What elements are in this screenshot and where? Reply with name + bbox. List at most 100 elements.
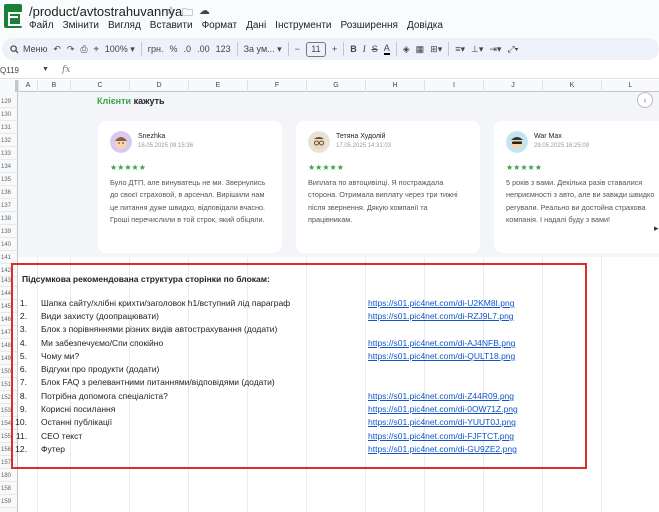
column-header[interactable]: C — [70, 80, 129, 92]
review-card: War Max 29.05.2025 16:25:09 ★★★★★ 5 рокі… — [494, 121, 659, 253]
list-link[interactable]: https://s01.pic4net.com/di-0OW71Z.png — [368, 403, 518, 416]
merge-cells-icon[interactable]: ⊞▾ — [427, 40, 445, 58]
list-number: 5. — [19, 351, 27, 361]
menu-bar: Файл Змінити Вигляд Вставити Формат Дані… — [29, 20, 443, 31]
menu-file[interactable]: Файл — [29, 20, 54, 31]
font-size-input[interactable]: 11 — [305, 41, 326, 57]
column-header[interactable]: A — [18, 80, 37, 92]
row-header[interactable]: 131 — [0, 122, 17, 134]
list-link[interactable]: https://s01.pic4net.com/di-QULT18.png — [368, 350, 515, 363]
list-item: 5. Чому ми? https://s01.pic4net.com/di-Q… — [0, 350, 641, 363]
row-header[interactable]: 136 — [0, 187, 17, 199]
row-header[interactable]: 159 — [0, 496, 17, 508]
borders-icon[interactable]: ▦ — [413, 40, 428, 58]
horizontal-align-icon[interactable]: ≡▾ — [452, 40, 468, 58]
menu-tools[interactable]: Інструменти — [275, 20, 331, 31]
row-header[interactable]: 139 — [0, 226, 17, 238]
decrease-decimal-button[interactable]: .0 — [181, 40, 195, 58]
undo-icon[interactable]: ↶ — [50, 40, 64, 58]
reviews-title: Клієнти кажуть — [97, 96, 165, 106]
list-number: 1. — [19, 298, 27, 308]
font-size-increase-button[interactable]: + — [329, 40, 340, 58]
list-item: 6. Відгуки про продукти (додати) — [0, 363, 641, 376]
block-heading: Підсумкова рекомендована структура сторі… — [22, 274, 270, 284]
list-label: Останні публікації — [41, 417, 113, 427]
text-color-button[interactable]: A — [383, 43, 390, 55]
document-title[interactable]: /product/avtostrahuvannya — [29, 4, 182, 19]
list-number: 12. — [15, 444, 27, 454]
menu-data[interactable]: Дані — [246, 20, 266, 31]
row-header[interactable]: 134 — [0, 161, 17, 173]
sheets-logo-icon[interactable] — [4, 4, 22, 28]
row-header[interactable]: 138 — [0, 213, 17, 225]
currency-format-button[interactable]: грн. — [145, 40, 167, 58]
column-header[interactable]: E — [188, 80, 247, 92]
vertical-align-icon[interactable]: ⊥▾ — [468, 40, 486, 58]
list-label: Потрібна допомога спеціаліста? — [41, 391, 168, 401]
font-select[interactable]: За ум... ▾ — [241, 40, 285, 58]
column-header[interactable]: G — [306, 80, 365, 92]
row-header[interactable]: 129 — [0, 96, 17, 108]
reviews-title-text: кажуть — [133, 96, 165, 106]
column-header[interactable]: B — [37, 80, 70, 92]
column-header[interactable]: L — [601, 80, 659, 92]
reviews-image[interactable]: Клієнти кажуть ‹ Snezhka 16.05.2025 09:1… — [18, 92, 659, 257]
bold-button[interactable]: B — [347, 40, 360, 58]
list-link[interactable]: https://s01.pic4net.com/di-GU9ZE2.png — [368, 443, 517, 456]
paint-format-icon[interactable]: ⌖ — [91, 40, 102, 58]
list-link[interactable]: https://s01.pic4net.com/di-YUUT0J.png — [368, 416, 516, 429]
font-size-decrease-button[interactable]: − — [292, 40, 303, 58]
menu-insert[interactable]: Вставити — [150, 20, 193, 31]
list-link[interactable]: https://s01.pic4net.com/di-U2KM8I.png — [368, 297, 514, 310]
fill-color-icon[interactable]: ◈ — [400, 40, 413, 58]
select-all-corner[interactable] — [0, 80, 18, 92]
carousel-prev-icon[interactable]: ‹ — [637, 92, 653, 108]
list-link[interactable]: https://s01.pic4net.com/di-RZJ9L7.png — [368, 310, 514, 323]
column-header[interactable]: I — [424, 80, 483, 92]
column-header[interactable]: H — [365, 80, 424, 92]
list-label: Блок FAQ з релевантними питаннями/відпов… — [41, 377, 275, 387]
strikethrough-button[interactable]: S — [369, 40, 381, 58]
list-link[interactable]: https://s01.pic4net.com/di-Z44R09.png — [368, 390, 514, 403]
text-rotation-icon[interactable]: ⤢▾ — [504, 40, 521, 58]
menu-search-button[interactable]: Меню — [2, 40, 50, 58]
print-icon[interactable]: ⎙ — [77, 40, 90, 58]
column-header[interactable]: J — [483, 80, 542, 92]
star-rating-icon: ★★★★★ — [308, 163, 344, 172]
percent-format-button[interactable]: % — [167, 40, 181, 58]
zoom-select[interactable]: 100% ▾ — [102, 40, 138, 58]
row-header[interactable]: 180 — [0, 470, 17, 482]
row-header[interactable]: 133 — [0, 148, 17, 160]
menu-help[interactable]: Довідка — [407, 20, 443, 31]
redo-icon[interactable]: ↷ — [64, 40, 78, 58]
list-number: 11. — [15, 431, 27, 441]
row-header[interactable]: 158 — [0, 483, 17, 495]
column-headers: A B C D E F G H I J K L — [0, 80, 659, 92]
menu-format[interactable]: Формат — [202, 20, 238, 31]
toolbar-divider — [448, 42, 450, 56]
row-header[interactable]: 140 — [0, 239, 17, 251]
menu-extensions[interactable]: Розширення — [341, 20, 398, 31]
column-header[interactable]: K — [542, 80, 601, 92]
avatar-icon — [110, 131, 132, 153]
increase-decimal-button[interactable]: .00 — [194, 40, 213, 58]
list-link[interactable]: https://s01.pic4net.com/di-FJFTCT.png — [368, 430, 514, 443]
row-header[interactable]: 132 — [0, 135, 17, 147]
toolbar: Меню ↶ ↷ ⎙ ⌖ 100% ▾ грн. % .0 .00 123 За… — [2, 38, 659, 60]
toolbar-divider — [395, 42, 397, 56]
font-name: За ум... — [243, 44, 275, 54]
number-format-button[interactable]: 123 — [213, 40, 234, 58]
list-link[interactable]: https://s01.pic4net.com/di-AJ4NFB.png — [368, 337, 515, 350]
text-wrap-icon[interactable]: ⇥▾ — [486, 40, 504, 58]
chevron-down-icon[interactable]: ▼ — [42, 66, 49, 73]
list-number: 2. — [19, 311, 27, 321]
column-header[interactable]: F — [247, 80, 306, 92]
row-header[interactable]: 137 — [0, 200, 17, 212]
menu-edit[interactable]: Змінити — [63, 20, 99, 31]
column-header[interactable]: D — [129, 80, 188, 92]
list-number: 10. — [15, 417, 27, 427]
row-header[interactable]: 130 — [0, 109, 17, 121]
row-header[interactable]: 135 — [0, 174, 17, 186]
menu-view[interactable]: Вигляд — [108, 20, 141, 31]
italic-button[interactable]: I — [360, 40, 369, 58]
